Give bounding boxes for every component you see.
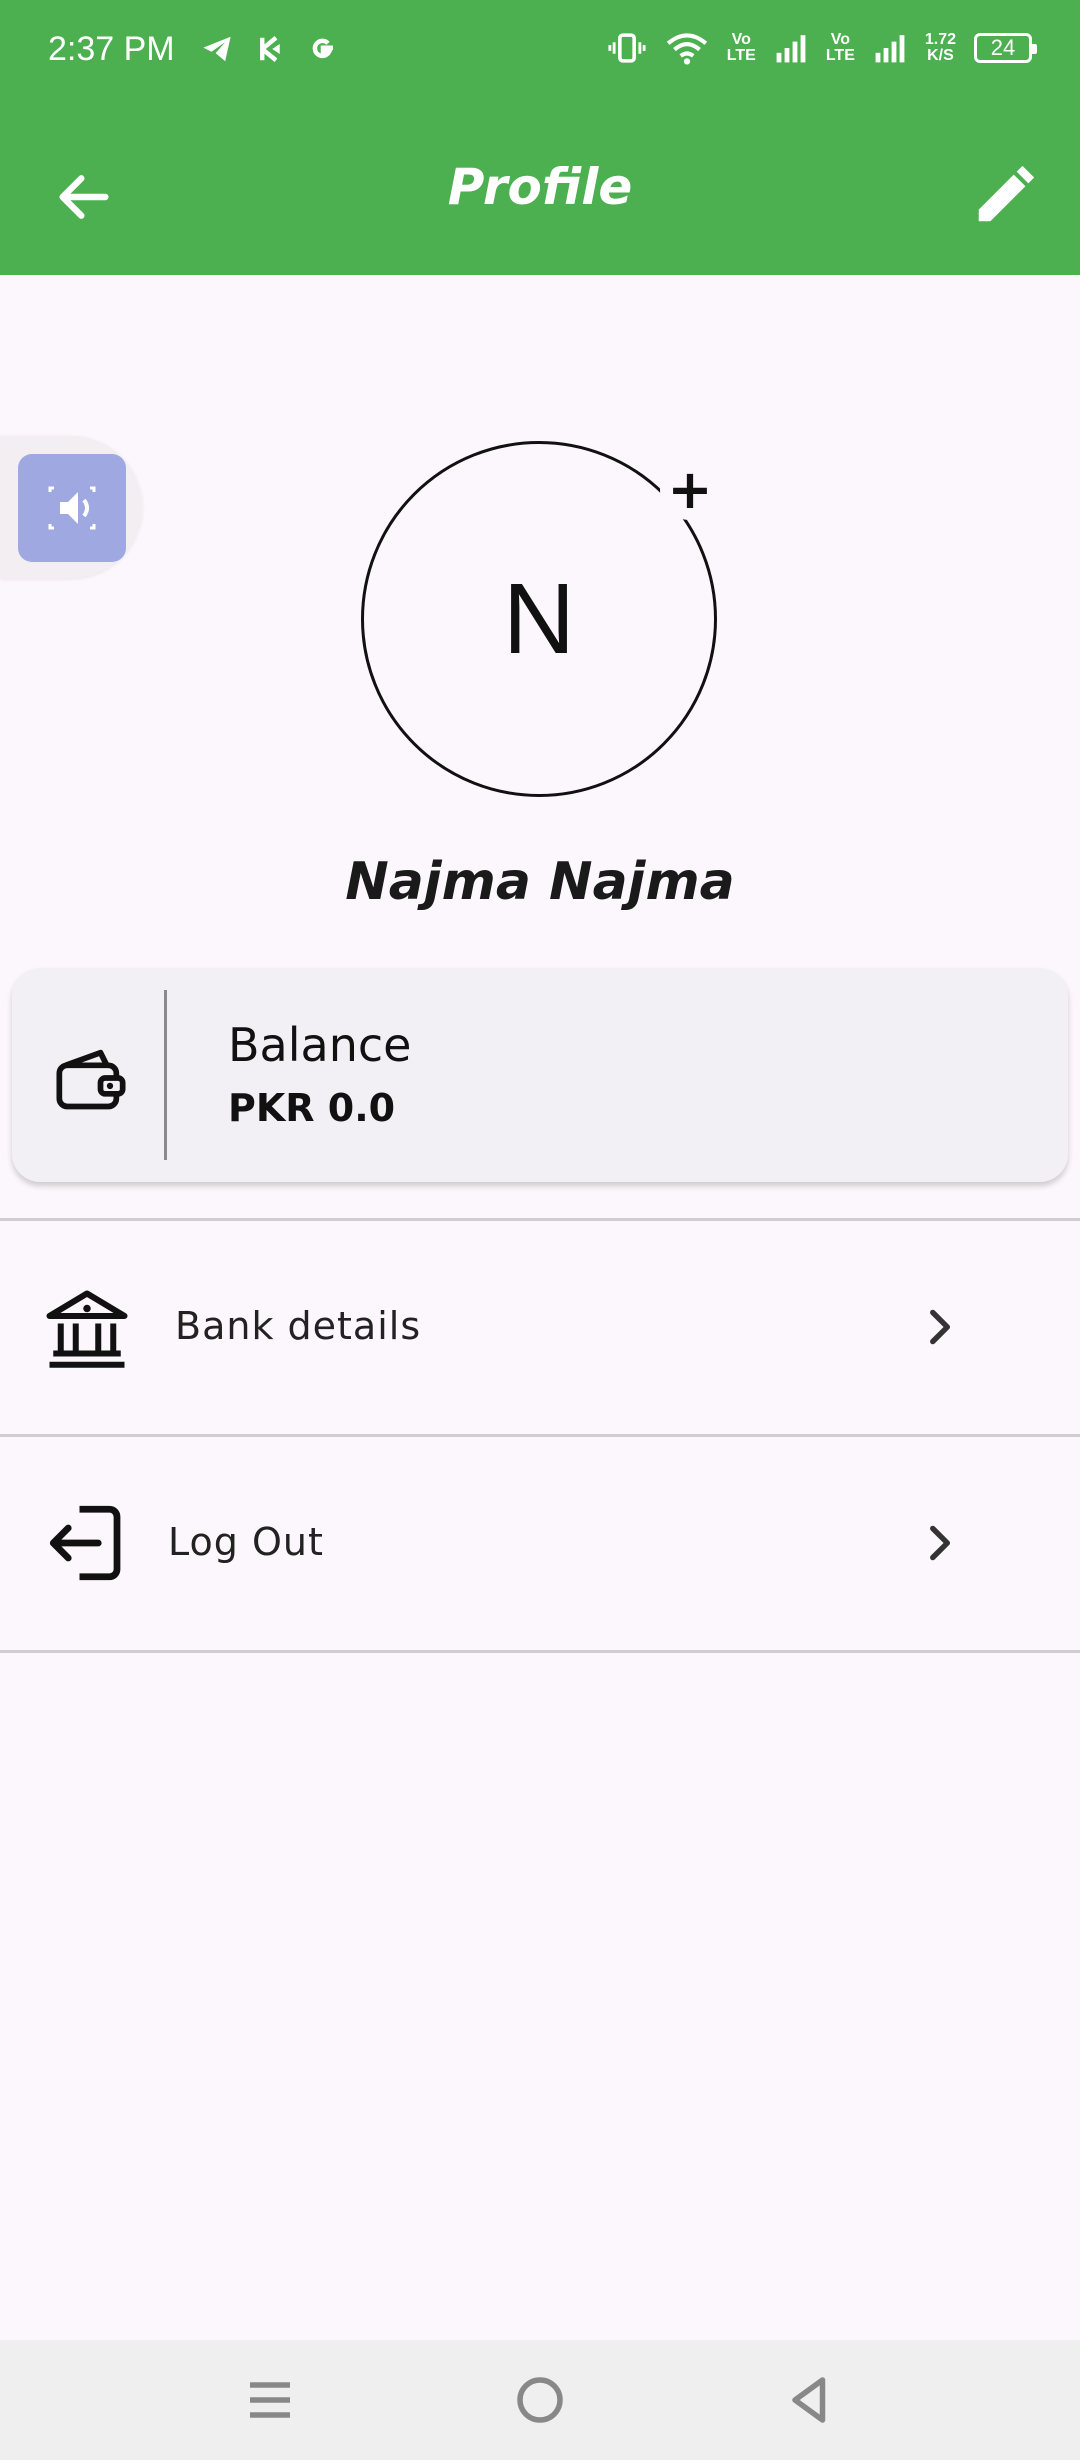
- wallet-icon: [56, 1049, 126, 1110]
- speaker-icon: [48, 486, 96, 530]
- bank-icon: [46, 1290, 128, 1368]
- google-icon: [312, 38, 333, 59]
- home-icon[interactable]: [510, 2370, 570, 2430]
- speaker-button[interactable]: [18, 454, 126, 562]
- menu-item-bank-details[interactable]: Bank details: [0, 1220, 1080, 1434]
- profile-name: Najma Najma: [345, 852, 735, 912]
- wifi-icon: [666, 33, 707, 65]
- page-title: Profile: [447, 158, 633, 216]
- plus-icon: +: [667, 458, 713, 521]
- kb-icon: [260, 36, 280, 62]
- card-divider: [164, 990, 167, 1160]
- status-time: 2:37 PM: [48, 30, 175, 68]
- network-speed: 1.72: [924, 31, 956, 48]
- volte-sublabel: LTE: [726, 47, 756, 64]
- pencil-icon[interactable]: [970, 160, 1040, 230]
- divider: [0, 1650, 1080, 1653]
- volte-label: Vo: [830, 31, 850, 48]
- signal-icon: [875, 35, 905, 63]
- balance-card: Balance PKR 0.0: [12, 968, 1068, 1182]
- back-icon[interactable]: [780, 2370, 840, 2430]
- logout-icon: [49, 1505, 121, 1581]
- avatar-initial: N: [502, 562, 576, 675]
- add-photo-button[interactable]: +: [660, 460, 720, 520]
- volte-label: Vo: [731, 31, 751, 48]
- vibrate-icon: [608, 33, 646, 63]
- network-speed-unit: K/S: [927, 47, 954, 64]
- app-bar: Profile: [0, 110, 1080, 275]
- chevron-right-icon: [930, 1525, 951, 1561]
- menu-item-log-out[interactable]: Log Out: [0, 1436, 1080, 1650]
- battery-icon: 24: [974, 33, 1037, 63]
- balance-value: PKR 0.0: [228, 1086, 396, 1130]
- menu-item-label: Log Out: [168, 1520, 324, 1564]
- balance-label: Balance: [228, 1018, 412, 1072]
- volte-sublabel: LTE: [825, 47, 855, 64]
- battery-level: 24: [990, 35, 1016, 60]
- menu-icon[interactable]: [240, 2370, 300, 2430]
- chevron-right-icon: [930, 1309, 951, 1345]
- menu-item-label: Bank details: [175, 1304, 422, 1348]
- status-bar: 2:37 PM Vo LTE Vo LTE 1.72 K/S 24: [0, 0, 1080, 110]
- system-nav-bar: [0, 2340, 1080, 2460]
- telegram-icon: [203, 36, 231, 62]
- signal-icon: [776, 35, 806, 63]
